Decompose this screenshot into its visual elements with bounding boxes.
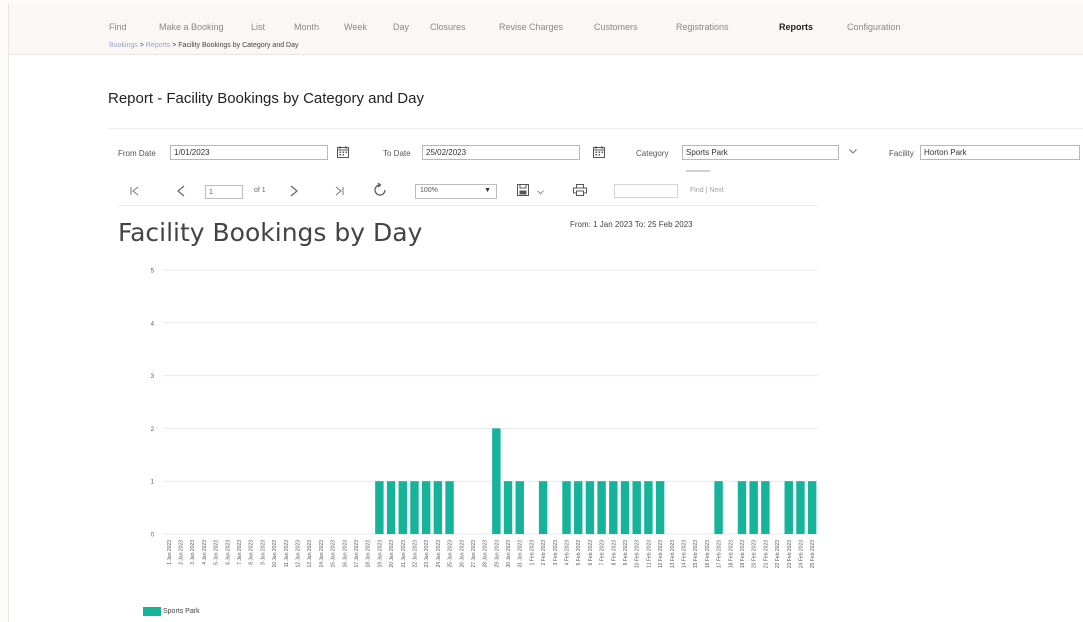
to-date-label: To Date [383,149,411,158]
zoom-select[interactable]: 100% ▼ [415,184,497,199]
nav-revise-charges[interactable]: Revise Charges [499,22,563,32]
to-date-input[interactable] [422,145,580,160]
find-link[interactable]: Find [690,187,704,194]
find-input[interactable] [614,184,678,198]
chevron-down-icon[interactable] [537,190,544,195]
save-icon[interactable] [517,184,529,196]
nav-list[interactable]: List [251,22,265,32]
resize-handle[interactable] [686,170,710,172]
top-navigation: Find Make a Booking List Month Week Day … [9,4,1083,55]
report-date-range: From: 1 Jan 2023 To: 25 Feb 2023 [570,220,693,229]
nav-month[interactable]: Month [294,22,319,32]
category-select[interactable]: Sports Park [682,145,839,160]
prev-page-icon[interactable] [176,185,186,197]
category-label: Category [636,149,669,158]
nav-day[interactable]: Day [393,22,409,32]
page-number-input[interactable] [205,185,243,199]
find-links: Find | Next [690,187,724,194]
divider [108,128,1083,129]
first-page-icon[interactable] [130,186,140,196]
nav-reports[interactable]: Reports [779,22,813,32]
nav-closures[interactable]: Closures [430,22,466,32]
breadcrumb-separator: > [137,42,146,49]
breadcrumb-reports[interactable]: Reports [146,42,171,49]
nav-configuration[interactable]: Configuration [847,22,901,32]
chevron-down-icon[interactable] [849,149,857,154]
next-page-icon[interactable] [289,185,299,197]
legend-swatch [143,607,161,616]
from-date-label: From Date [118,149,156,158]
calendar-icon[interactable] [593,146,605,158]
nav-customers[interactable]: Customers [594,22,638,32]
page-title: Report - Facility Bookings by Category a… [108,90,424,107]
calendar-icon[interactable] [337,146,349,158]
nav-registrations[interactable]: Registrations [676,22,729,32]
nav-week[interactable]: Week [344,22,367,32]
from-date-input[interactable] [170,145,328,160]
last-page-icon[interactable] [334,186,344,196]
print-icon[interactable] [573,184,587,196]
report-title: Facility Bookings by Day [118,218,423,247]
next-link[interactable]: Next [709,187,723,194]
breadcrumb-current: Facility Bookings by Category and Day [178,42,299,49]
nav-find[interactable]: Find [109,22,127,32]
facility-label: Facility [889,149,914,158]
zoom-value: 100% [420,187,438,194]
caret-down-icon: ▼ [484,187,491,194]
breadcrumb-bookings[interactable]: Bookings [109,42,138,49]
nav-make-a-booking[interactable]: Make a Booking [159,22,224,32]
facility-select[interactable]: Horton Park [920,145,1080,160]
refresh-icon[interactable] [373,183,387,197]
page-count-label: of 1 [254,187,266,194]
breadcrumb: Bookings > Reports > Facility Bookings b… [109,42,299,49]
legend-label: Sports Park [163,608,200,615]
